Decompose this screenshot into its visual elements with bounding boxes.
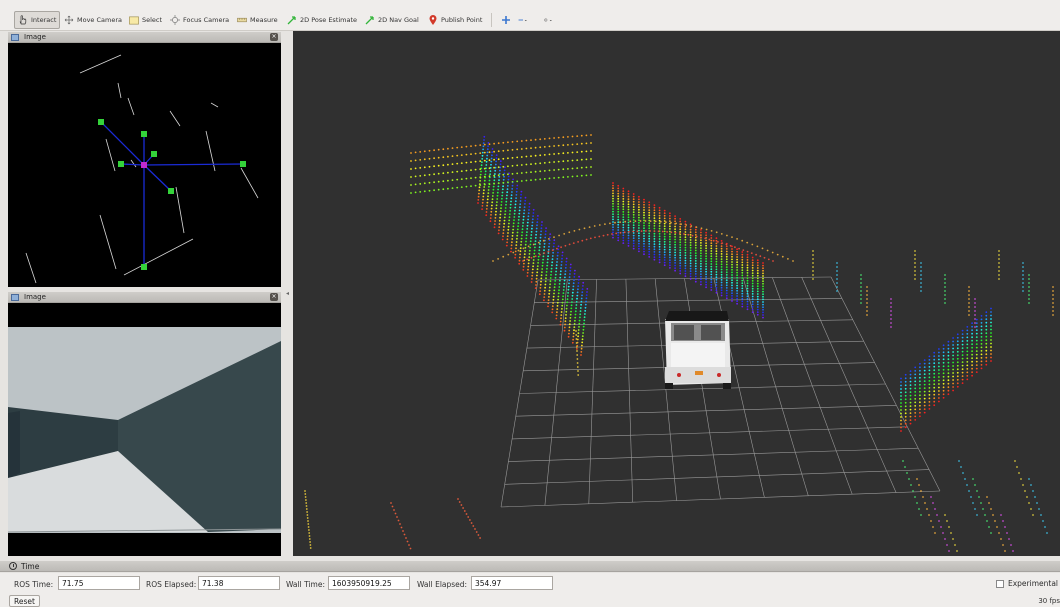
toolbar-separator [491, 13, 492, 27]
3d-render-viewport[interactable] [293, 31, 1060, 570]
ros-time-label: ROS Time: [14, 580, 54, 589]
image-panel-map-view [8, 43, 281, 287]
interact-label: Interact [31, 16, 57, 24]
publish-point-label: Publish Point [441, 16, 483, 24]
move-camera-button[interactable]: Move Camera [61, 11, 125, 29]
focus-camera-label: Focus Camera [183, 16, 230, 24]
2d-nav-goal-button[interactable]: 2D Nav Goal [362, 11, 422, 29]
image-panel-camera-view [7, 303, 282, 556]
select-button[interactable]: Select [126, 11, 165, 29]
move-camera-icon [64, 15, 74, 25]
experimental-checkbox[interactable] [995, 579, 1004, 588]
add-tool-button[interactable] [498, 11, 514, 29]
2d-pose-estimate-button[interactable]: 2D Pose Estimate [284, 11, 360, 29]
2d-nav-goal-label: 2D Nav Goal [378, 16, 419, 24]
wall-elapsed-field[interactable]: 354.97 [471, 576, 553, 590]
image-panel-title: Image [24, 293, 46, 301]
green-arrow-icon [287, 15, 297, 25]
tool-properties-dropdown[interactable] [540, 11, 556, 29]
reset-button[interactable]: Reset [9, 595, 40, 607]
toolbar: Interact Move Camera Select Focus Camera… [0, 0, 1060, 31]
hand-pointer-icon [18, 15, 28, 25]
time-panel-title: Time [21, 561, 40, 571]
2d-pose-estimate-label: 2D Pose Estimate [300, 16, 358, 24]
select-label: Select [142, 16, 163, 24]
publish-point-button[interactable]: Publish Point [425, 11, 485, 29]
image-panel-icon [11, 293, 19, 301]
focus-camera-button[interactable]: Focus Camera [167, 11, 232, 29]
measure-button[interactable]: Measure [234, 11, 281, 29]
clock-icon [9, 562, 17, 570]
image-panel-icon [11, 33, 19, 41]
time-panel: ROS Time: 71.75 ROS Elapsed: 71.38 Wall … [0, 573, 1060, 593]
close-icon[interactable]: × [270, 33, 278, 41]
remove-tool-dropdown[interactable] [515, 11, 531, 29]
fps-readout: 30 fps [1038, 597, 1060, 605]
time-panel-header: Time [0, 561, 1060, 572]
wall-elapsed-label: Wall Elapsed: [417, 580, 468, 589]
measure-label: Measure [250, 16, 278, 24]
vehicle-model [665, 311, 731, 389]
wall-time-label: Wall Time: [286, 580, 325, 589]
move-camera-label: Move Camera [77, 16, 123, 24]
image-panel-header-2: Image × [8, 292, 281, 303]
bottom-bar: Reset 30 fps [0, 593, 1060, 607]
wall-time-field[interactable]: 1603950919.25 [328, 576, 410, 590]
ros-elapsed-field[interactable]: 71.38 [198, 576, 280, 590]
ros-time-field[interactable]: 71.75 [58, 576, 140, 590]
eye-dropdown-icon [543, 15, 553, 25]
close-icon[interactable]: × [270, 293, 278, 301]
plus-icon [501, 15, 511, 25]
green-arrow-icon [365, 15, 375, 25]
interact-button[interactable]: Interact [14, 11, 61, 29]
splitter-handle[interactable]: ◂ [286, 290, 289, 297]
select-rect-icon [129, 15, 139, 25]
experimental-toggle[interactable]: Experimental [995, 579, 1058, 588]
ros-elapsed-label: ROS Elapsed: [146, 580, 197, 589]
experimental-label: Experimental [1007, 579, 1058, 588]
map-pin-icon [428, 15, 438, 25]
minus-dropdown-icon [518, 15, 528, 25]
image-panel-header-1: Image × [8, 32, 281, 43]
focus-camera-icon [170, 15, 180, 25]
ruler-icon [237, 15, 247, 25]
image-panel-title: Image [24, 33, 46, 41]
